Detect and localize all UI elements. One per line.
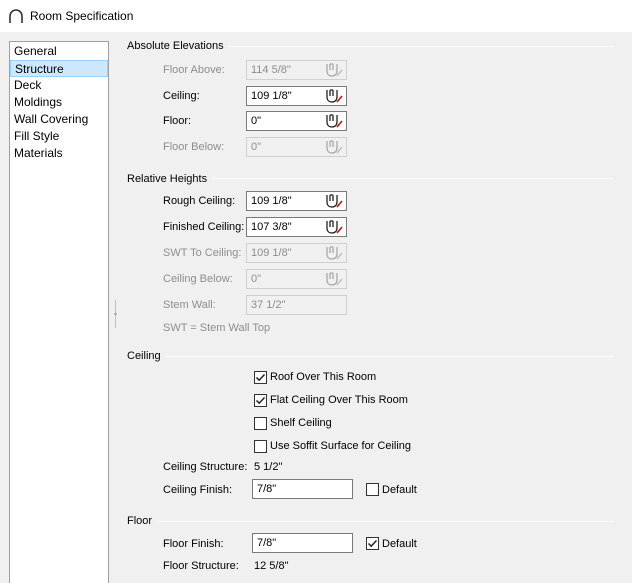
title-bar: Room Specification <box>0 0 632 32</box>
swt-to-ceiling-label: SWT To Ceiling: <box>163 247 242 259</box>
elevation-picker-icon <box>326 272 343 286</box>
rough-ceiling-label: Rough Ceiling: <box>163 195 236 207</box>
roof-over-room-checkbox[interactable] <box>254 371 267 384</box>
ceiling-section-title: Ceiling <box>127 350 161 362</box>
room-spec-arch-icon <box>9 9 23 23</box>
nav-item-moldings[interactable]: Moldings <box>10 94 108 111</box>
floor-finish-default-label[interactable]: Default <box>382 538 417 550</box>
shelf-ceiling-checkbox[interactable] <box>254 417 267 430</box>
category-list[interactable]: General Structure Deck Moldings Wall Cov… <box>9 41 109 583</box>
absolute-elevations-title: Absolute Elevations <box>127 40 224 52</box>
elevation-picker-icon <box>326 63 343 77</box>
elevation-picker-icon[interactable] <box>322 192 344 210</box>
nav-item-structure[interactable]: Structure <box>10 60 108 77</box>
stem-wall-field: 37 1/2" <box>246 295 347 315</box>
nav-item-deck[interactable]: Deck <box>10 77 108 94</box>
soffit-surface-label[interactable]: Use Soffit Surface for Ceiling <box>270 440 411 452</box>
elevation-picker-icon[interactable] <box>322 87 344 105</box>
stem-wall-label: Stem Wall: <box>163 299 216 311</box>
soffit-surface-checkbox[interactable] <box>254 440 267 453</box>
floor-finish-label: Floor Finish: <box>163 538 224 550</box>
swt-note: SWT = Stem Wall Top <box>163 322 271 334</box>
elevation-picker-icon <box>326 246 343 260</box>
floor-section-title: Floor <box>127 515 153 527</box>
ceiling-finish-label: Ceiling Finish: <box>163 484 233 496</box>
relative-heights-rule <box>212 178 613 179</box>
elevation-picker-icon[interactable] <box>322 218 344 236</box>
absolute-elevations-rule <box>228 46 613 47</box>
splitter-grip-icon[interactable] <box>114 300 117 328</box>
floor-finish-default-checkbox[interactable] <box>366 537 379 550</box>
floor-below-label: Floor Below: <box>163 141 225 153</box>
checkmark-icon <box>367 539 378 548</box>
ceiling-structure-value: 5 1/2" <box>254 461 283 473</box>
checkmark-icon <box>255 373 266 382</box>
shelf-ceiling-label[interactable]: Shelf Ceiling <box>270 417 332 429</box>
floor-structure-label: Floor Structure: <box>163 560 239 572</box>
elevation-picker-icon[interactable] <box>322 112 344 130</box>
floor-structure-value: 12 5/8" <box>254 560 289 572</box>
floor-finish-field[interactable]: 7/8" <box>252 533 353 553</box>
ceiling-section-rule <box>166 356 613 357</box>
ceiling-finish-field[interactable]: 7/8" <box>252 479 353 499</box>
ceiling-below-label: Ceiling Below: <box>163 273 233 285</box>
ceiling-finish-default-label[interactable]: Default <box>382 484 417 496</box>
relative-heights-title: Relative Heights <box>127 173 208 185</box>
flat-ceiling-checkbox[interactable] <box>254 394 267 407</box>
nav-item-materials[interactable]: Materials <box>10 145 108 162</box>
floor-above-label: Floor Above: <box>163 64 225 76</box>
nav-item-fill-style[interactable]: Fill Style <box>10 128 108 145</box>
ceiling-label: Ceiling: <box>163 90 200 102</box>
finished-ceiling-label: Finished Ceiling: <box>163 221 245 233</box>
ceiling-finish-default-checkbox[interactable] <box>366 483 379 496</box>
elevation-picker-icon <box>326 140 343 154</box>
checkmark-icon <box>255 396 266 405</box>
floor-label: Floor: <box>163 115 192 127</box>
ceiling-structure-label: Ceiling Structure: <box>163 461 248 473</box>
nav-item-wall-covering[interactable]: Wall Covering <box>10 111 108 128</box>
flat-ceiling-label[interactable]: Flat Ceiling Over This Room <box>270 394 408 406</box>
floor-section-rule <box>157 521 613 522</box>
window-title: Room Specification <box>30 9 134 23</box>
roof-over-room-label[interactable]: Roof Over This Room <box>270 371 376 383</box>
nav-item-general[interactable]: General <box>10 43 108 60</box>
